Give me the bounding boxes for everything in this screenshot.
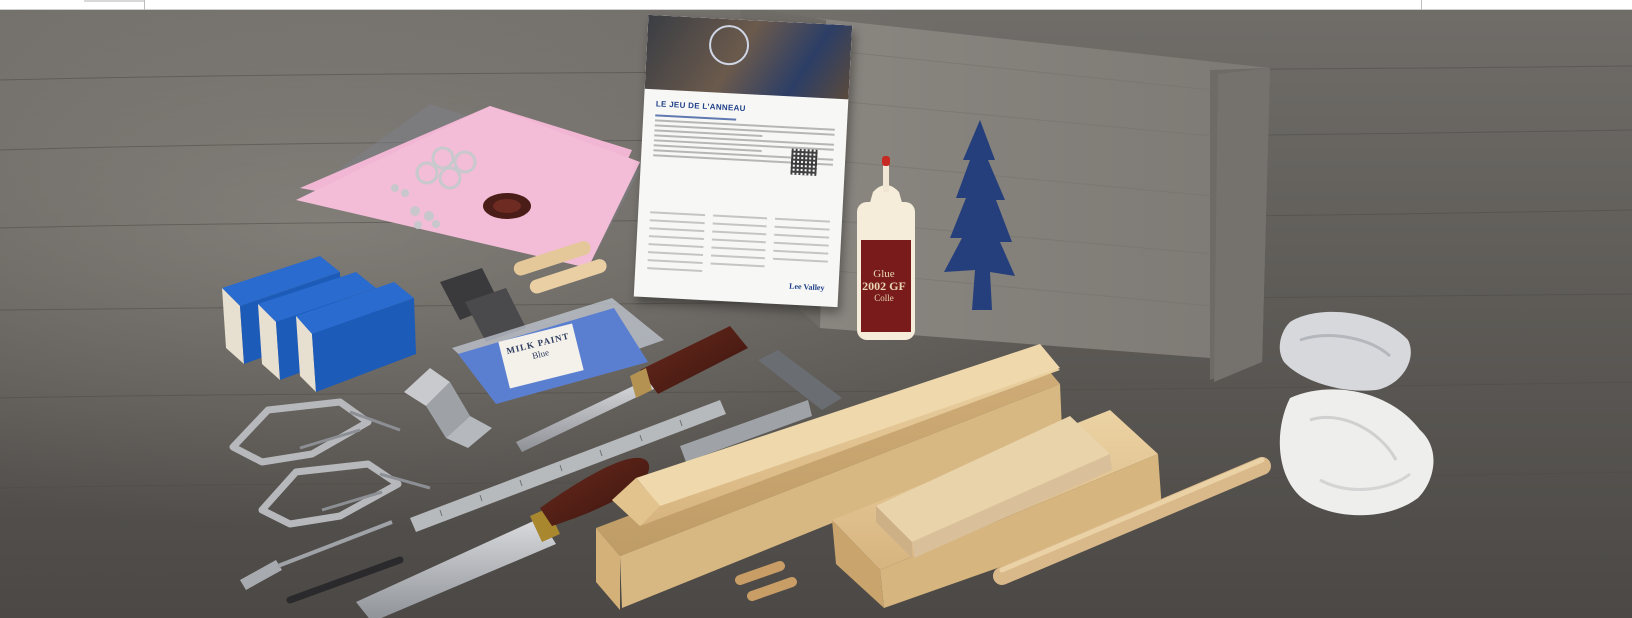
glue-label-line2: 2002 GF (862, 279, 906, 293)
instruction-card: LE JEU DE L'ANNEAU Lee Valley (633, 14, 853, 308)
top-bar-divider (1421, 0, 1422, 10)
qr-code-icon (790, 148, 818, 176)
glue-label: Glue 2002 GF Colle (862, 268, 906, 304)
card-photo (644, 14, 853, 100)
top-bar (0, 0, 1632, 10)
card-brand: Lee Valley (788, 281, 825, 293)
top-bar-segment (84, 0, 144, 2)
top-bar-divider (144, 0, 145, 10)
card-columns (647, 211, 831, 284)
product-photo-scene: LE JEU DE L'ANNEAU Lee Valley Glue 2002 … (0, 10, 1632, 618)
glue-label-line3: Colle (874, 293, 894, 303)
brand-logo-icon (708, 24, 751, 67)
